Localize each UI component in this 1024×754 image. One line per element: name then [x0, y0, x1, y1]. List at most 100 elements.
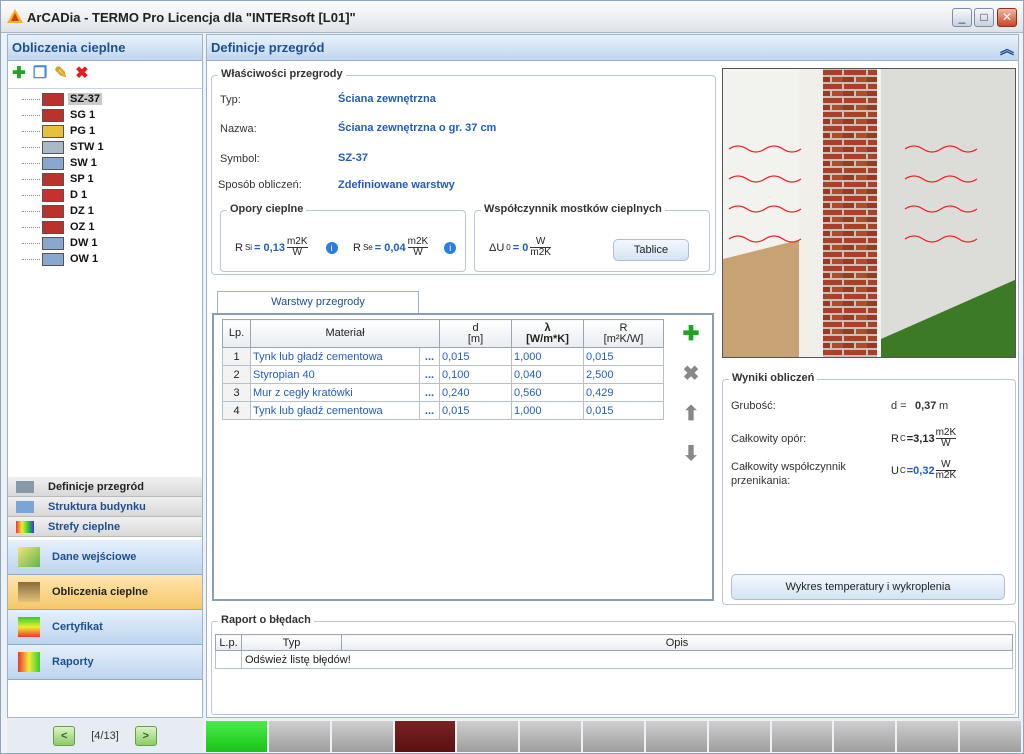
tablice-button[interactable]: Tablice: [613, 239, 689, 261]
nazwa-value[interactable]: Ściana zewnętrzna o gr. 37 cm: [338, 122, 496, 134]
info-icon[interactable]: i: [325, 241, 338, 254]
progress-segment[interactable]: [206, 721, 267, 752]
tree-item[interactable]: PG 1: [22, 123, 97, 139]
rse-row: R Se = 0,04 m2K W i: [353, 237, 457, 258]
lambda-cell[interactable]: 1,000: [511, 401, 584, 420]
symbol-value[interactable]: SZ-37: [338, 152, 368, 164]
progress-segment[interactable]: [520, 721, 582, 752]
progress-segment[interactable]: [834, 721, 896, 752]
progress-segment[interactable]: [708, 721, 770, 752]
copy-icon[interactable]: ❐: [31, 64, 49, 82]
material-picker-button[interactable]: ...: [419, 401, 440, 420]
tree-item[interactable]: DW 1: [22, 235, 100, 251]
progress-segment[interactable]: [394, 721, 456, 752]
nav-certyfikat[interactable]: Certyfikat: [8, 610, 202, 645]
partition-type-icon: [42, 140, 64, 154]
delete-layer-icon[interactable]: ✖: [680, 363, 702, 385]
layers-icon: [18, 582, 40, 602]
maximize-button[interactable]: □: [974, 8, 994, 27]
material-picker-button[interactable]: ...: [419, 365, 440, 384]
collapse-icon[interactable]: ︽: [1000, 39, 1014, 59]
partition-type-icon: [42, 156, 64, 170]
typ-cell[interactable]: Odśwież listę błędów!: [241, 650, 1013, 669]
unit-bottom: m2K: [935, 470, 957, 481]
move-down-icon[interactable]: ⬇: [680, 443, 702, 465]
delete-icon[interactable]: ✖: [73, 64, 91, 82]
table-row[interactable]: 1 Tynk lub gładź cementowa... 0,015 1,000 0,…: [222, 347, 664, 366]
col-lp: Lp.: [222, 319, 251, 348]
table-row[interactable]: 3 Mur z cegły kratówki... 0,240 0,560 0,429: [222, 383, 664, 402]
tree-item-label: SP 1: [70, 173, 94, 185]
du-value[interactable]: = 0: [513, 242, 529, 254]
main-navigation: Dane wejściowe Obliczenia cieplne Certyf…: [8, 540, 202, 680]
tree-item[interactable]: D 1: [22, 187, 89, 203]
table-row[interactable]: Odśwież listę błędów!: [215, 650, 1013, 669]
subnav-strefy-cieplne[interactable]: Strefy cieplne: [8, 517, 202, 537]
table-row[interactable]: 2 Styropian 40... 0,100 0,040 2,500: [222, 365, 664, 384]
tree-item[interactable]: STW 1: [22, 139, 106, 155]
lambda-cell[interactable]: 1,000: [511, 347, 584, 366]
tree-connector: [22, 226, 40, 228]
material-picker-button[interactable]: ...: [419, 347, 440, 366]
group-title: Wyniki obliczeń: [729, 372, 818, 384]
info-icon[interactable]: i: [444, 241, 457, 254]
add-icon[interactable]: ✚: [10, 64, 28, 82]
d-unit: [m]: [467, 332, 484, 345]
layers-panel: Lp. Materiał d [m] λ [W/m*K] R [m²K/W] 1 Tyn…: [212, 313, 714, 601]
lp-cell: 4: [222, 401, 251, 420]
material-picker-button[interactable]: ...: [419, 383, 440, 402]
tree-item[interactable]: OZ 1: [22, 219, 96, 235]
d-cell[interactable]: 0,240: [439, 383, 512, 402]
progress-segment[interactable]: [960, 721, 1021, 752]
tree-item[interactable]: SW 1: [22, 155, 99, 171]
nav-dane-wejsciowe[interactable]: Dane wejściowe: [8, 540, 202, 575]
d-cell[interactable]: 0,100: [439, 365, 512, 384]
material-cell[interactable]: Tynk lub gładź cementowa: [250, 401, 420, 420]
subnav-struktura-budynku[interactable]: Struktura budynku: [8, 497, 202, 517]
rc-symbol: R: [891, 432, 899, 445]
move-up-icon[interactable]: ⬆: [680, 403, 702, 425]
tree-item-label: SG 1: [70, 109, 96, 121]
du-unit: Wm2K: [530, 237, 551, 258]
uc-unit: Wm2K: [935, 460, 957, 481]
nav-raporty[interactable]: Raporty: [8, 645, 202, 680]
add-layer-icon[interactable]: ✚: [680, 323, 702, 345]
progress-segment[interactable]: [771, 721, 833, 752]
material-cell[interactable]: Styropian 40: [250, 365, 420, 384]
partition-type-icon: [42, 252, 64, 266]
progress-segment[interactable]: [583, 721, 644, 752]
progress-segment[interactable]: [645, 721, 707, 752]
progress-segment[interactable]: [268, 721, 330, 752]
progress-segment[interactable]: [897, 721, 959, 752]
progress-segment[interactable]: [457, 721, 519, 752]
tree-item[interactable]: DZ 1: [22, 203, 96, 219]
next-button[interactable]: >: [134, 726, 157, 746]
minimize-button[interactable]: _: [952, 8, 972, 27]
lambda-cell[interactable]: 0,040: [511, 365, 584, 384]
lambda-cell[interactable]: 0,560: [511, 383, 584, 402]
wykres-button[interactable]: Wykres temperatury i wykroplenia: [731, 574, 1005, 600]
typ-value[interactable]: Ściana zewnętrzna: [338, 93, 436, 105]
prev-button[interactable]: <: [53, 726, 76, 746]
tree-item[interactable]: SP 1: [22, 171, 96, 187]
rsi-value[interactable]: = 0,13: [254, 242, 285, 254]
tab-warstwy-przegrody[interactable]: Warstwy przegrody: [217, 291, 419, 313]
material-cell[interactable]: Tynk lub gładź cementowa: [250, 347, 420, 366]
edit-icon[interactable]: ✎: [52, 64, 70, 82]
sposob-value[interactable]: Zdefiniowane warstwy: [338, 179, 455, 191]
subnav-definicje-przegrod[interactable]: Definicje przegród: [8, 477, 202, 497]
table-row[interactable]: 4 Tynk lub gładź cementowa... 0,015 1,000 0,…: [222, 401, 664, 420]
close-button[interactable]: ✕: [997, 8, 1017, 27]
tree-item[interactable]: SG 1: [22, 107, 97, 123]
tree-item[interactable]: OW 1: [22, 251, 100, 267]
rse-value[interactable]: = 0,04: [375, 242, 406, 254]
tree-item[interactable]: SZ-37: [22, 91, 102, 107]
d-cell[interactable]: 0,015: [439, 401, 512, 420]
nav-obliczenia-cieplne[interactable]: Obliczenia cieplne: [8, 575, 202, 610]
material-cell[interactable]: Mur z cegły kratówki: [250, 383, 420, 402]
wall-illustration-graphic: [723, 69, 1015, 357]
group-title: Właściwości przegrody: [218, 68, 346, 80]
tree-connector: [22, 242, 40, 244]
d-cell[interactable]: 0,015: [439, 347, 512, 366]
progress-segment[interactable]: [331, 721, 393, 752]
